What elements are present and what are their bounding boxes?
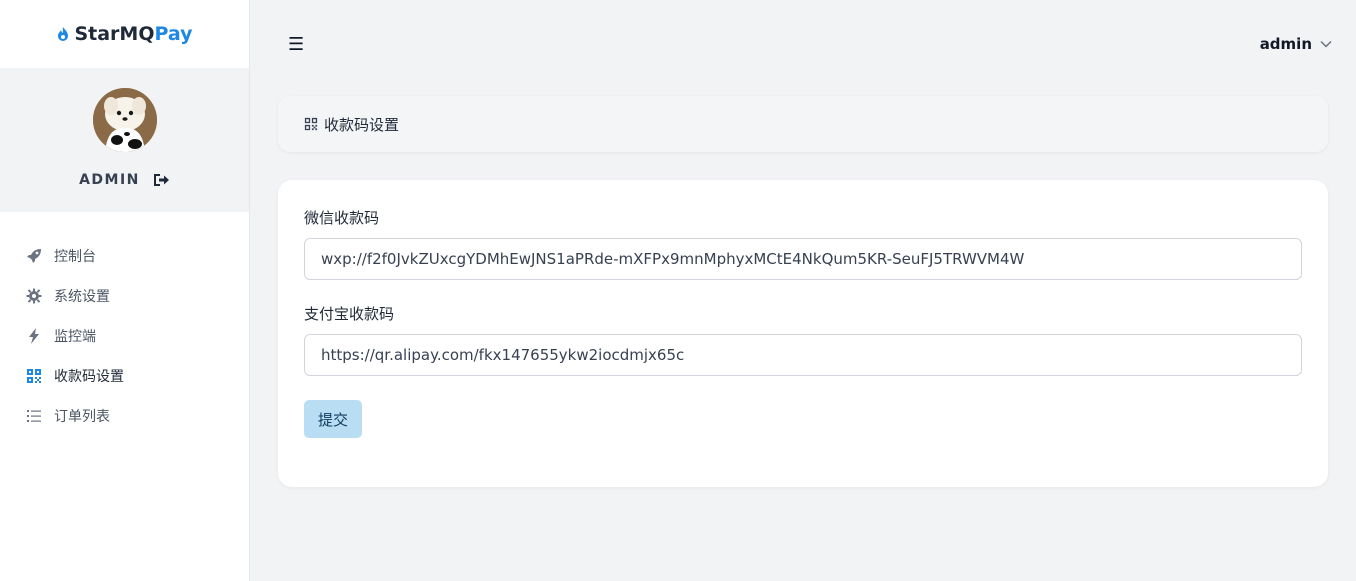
hamburger-menu-icon[interactable]: ☰ xyxy=(288,34,304,55)
submit-button[interactable]: 提交 xyxy=(304,400,362,438)
sidebar-item-qrcode-settings[interactable]: 收款码设置 xyxy=(0,356,249,396)
brand-name-prefix: StarMQ xyxy=(74,23,155,45)
alipay-label: 支付宝收款码 xyxy=(304,305,395,323)
user-menu[interactable]: admin xyxy=(1260,35,1332,53)
sidebar-item-orders[interactable]: 订单列表 xyxy=(0,396,249,436)
page-title: 收款码设置 xyxy=(324,115,400,134)
sidebar: StarMQ Pay ADMIN 控制台 系统设置 监控端 收款码设置 订单列表 xyxy=(0,0,250,581)
logout-icon[interactable] xyxy=(152,172,170,188)
avatar[interactable] xyxy=(92,88,157,152)
app-root: StarMQ Pay ADMIN 控制台 系统设置 监控端 收款码设置 订单列表… xyxy=(0,0,1356,581)
qrcode-icon xyxy=(304,117,318,131)
qrcode-icon xyxy=(26,368,42,384)
sidebar-nav: 控制台 系统设置 监控端 收款码设置 订单列表 xyxy=(0,236,249,436)
breadcrumb: 收款码设置 xyxy=(278,96,1328,152)
alipay-qrcode-input[interactable] xyxy=(304,334,1302,376)
rocket-icon xyxy=(26,248,42,264)
bolt-icon xyxy=(26,328,42,344)
wechat-field-group: 微信收款码 xyxy=(304,206,1302,280)
sidebar-item-label: 监控端 xyxy=(54,329,96,345)
sidebar-item-label: 收款码设置 xyxy=(54,369,124,385)
dog-photo-icon xyxy=(92,88,157,152)
list-icon xyxy=(26,408,42,424)
wechat-label: 微信收款码 xyxy=(304,209,380,227)
profile-panel: ADMIN xyxy=(0,68,249,212)
gear-icon xyxy=(26,288,42,304)
brand-name-suffix: Pay xyxy=(154,23,193,45)
profile-name: ADMIN xyxy=(79,172,140,188)
sidebar-item-label: 控制台 xyxy=(54,249,96,265)
sidebar-item-settings[interactable]: 系统设置 xyxy=(0,276,249,316)
sidebar-item-monitor[interactable]: 监控端 xyxy=(0,316,249,356)
topbar: ☰ admin xyxy=(250,0,1356,88)
flame-icon xyxy=(58,27,69,41)
sidebar-item-label: 系统设置 xyxy=(54,289,110,305)
sidebar-item-label: 订单列表 xyxy=(54,409,110,425)
wechat-qrcode-input[interactable] xyxy=(304,238,1302,280)
alipay-field-group: 支付宝收款码 xyxy=(304,302,1302,376)
chevron-down-icon xyxy=(1320,40,1332,48)
qrcode-form: 微信收款码 支付宝收款码 提交 xyxy=(278,180,1328,487)
sidebar-item-dashboard[interactable]: 控制台 xyxy=(0,236,249,276)
main-content: ☰ admin 收款码设置 微信收款码 wxp://f2f0JvkZUxcgYD… xyxy=(250,0,1356,581)
profile-row: ADMIN xyxy=(79,172,170,188)
user-name: admin xyxy=(1259,35,1312,53)
brand-logo[interactable]: StarMQ Pay xyxy=(0,0,249,68)
